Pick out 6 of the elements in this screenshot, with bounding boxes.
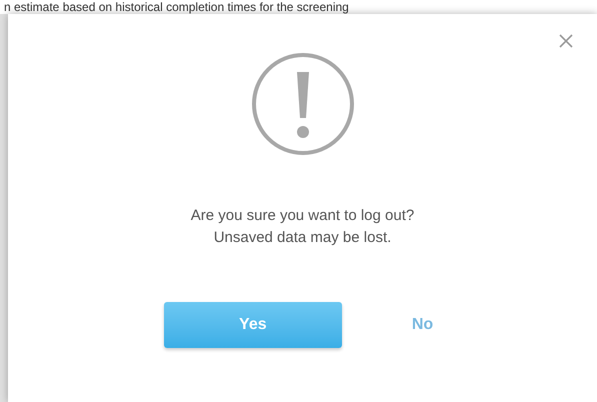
yes-button[interactable]: Yes	[164, 302, 342, 348]
background-text: n estimate based on historical completion times for the screening	[3, 0, 350, 14]
no-link[interactable]: No	[412, 313, 434, 337]
warning-icon	[250, 52, 354, 156]
confirmation-message: Are you sure you want to log out? Unsaved data may be lost.	[190, 206, 414, 248]
close-icon[interactable]	[557, 32, 575, 50]
